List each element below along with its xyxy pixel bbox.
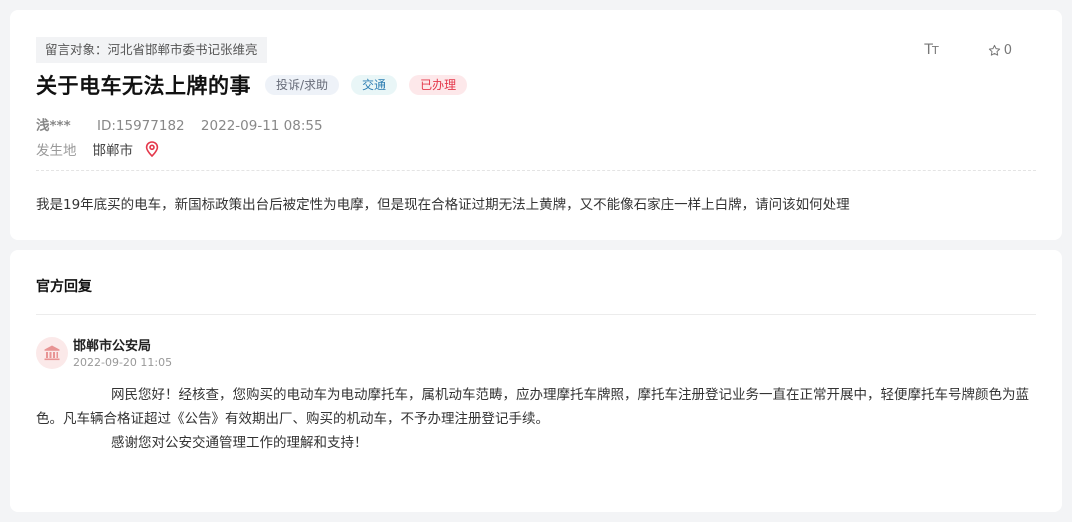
favorite-button[interactable]: 0	[988, 43, 1012, 58]
message-time: 2022-09-11 08:55	[200, 118, 323, 134]
message-card: 留言对象：河北省邯郸市委书记张维亮 关于电车无法上牌的事 投诉/求助 交通 已办…	[10, 10, 1062, 240]
reply-card: 官方回复 邯郸市公安局 2022-09-20 11:05 网民您好！经核查，您购…	[10, 250, 1062, 512]
reply-paragraph: 网民您好！经核查，您购买的电动车为电动摩托车，属机动车范畴，应办理摩托车牌照，摩…	[36, 387, 1029, 427]
author-name: 浅***	[36, 118, 71, 134]
title-row: 关于电车无法上牌的事 投诉/求助 交通 已办理	[36, 70, 468, 100]
domain-tag: 交通	[351, 75, 398, 95]
message-target: 留言对象：河北省邯郸市委书记张维亮	[36, 37, 267, 63]
government-building-icon	[44, 345, 60, 361]
type-tag: 投诉/求助	[265, 75, 340, 95]
favorite-count: 0	[1003, 42, 1012, 58]
reply-heading: 官方回复	[36, 279, 92, 295]
map-pin-icon[interactable]	[145, 141, 159, 157]
font-size-icon: T	[924, 42, 933, 58]
reply-time: 2022-09-20 11:05	[73, 356, 173, 369]
reply-divider	[36, 314, 1036, 315]
font-size-icon-small: T	[931, 44, 939, 57]
message-title: 关于电车无法上牌的事	[36, 74, 251, 98]
reply-org-name: 邯郸市公安局	[73, 339, 152, 354]
meta-row: 浅*** ID:15977182 2022-09-11 08:55	[36, 114, 323, 134]
reply-body: 网民您好！经核查，您购买的电动车为电动摩托车，属机动车范畴，应办理摩托车牌照，摩…	[36, 383, 1036, 455]
message-id: ID:15977182	[96, 118, 185, 134]
star-icon	[988, 44, 1000, 56]
content-divider	[36, 170, 1036, 171]
font-size-button[interactable]: TT	[924, 42, 939, 58]
reply-paragraph: 感谢您对公安交通管理工作的理解和支持！	[111, 435, 368, 451]
status-badge: 已办理	[409, 75, 468, 95]
toolbar: TT 0	[924, 42, 1012, 58]
location-label: 发生地	[36, 143, 77, 159]
location-value: 邯郸市	[92, 143, 134, 159]
message-content: 我是19年底买的电车，新国标政策出台后被定性为电摩，但是现在合格证过期无法上黄牌…	[36, 197, 850, 213]
org-avatar	[36, 337, 68, 369]
location-row: 发生地 邯郸市	[36, 139, 159, 159]
